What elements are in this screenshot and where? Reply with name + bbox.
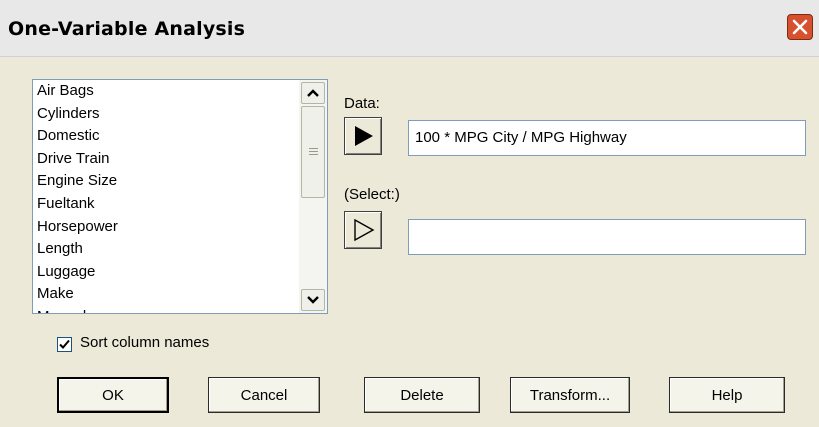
list-item[interactable]: Fueltank xyxy=(37,193,299,216)
thumb-grip xyxy=(309,154,318,155)
list-scrollbar[interactable] xyxy=(299,80,327,313)
close-button[interactable] xyxy=(787,14,813,40)
help-button[interactable]: Help xyxy=(669,377,785,413)
list-item[interactable]: Domestic xyxy=(37,125,299,148)
close-icon xyxy=(792,19,808,35)
column-names-list[interactable]: Air Bags Cylinders Domestic Drive Train Engi… xyxy=(32,79,328,314)
scroll-down-button[interactable] xyxy=(301,289,325,311)
checkmark-icon xyxy=(59,339,70,349)
data-label: Data: xyxy=(344,95,380,112)
list-item[interactable]: Drive Train xyxy=(37,148,299,171)
sort-column-names-checkbox[interactable] xyxy=(57,337,72,352)
play-arrow-icon xyxy=(355,126,373,146)
scroll-up-button[interactable] xyxy=(301,82,325,104)
dialog-body: Air Bags Cylinders Domestic Drive Train Engi… xyxy=(0,57,819,427)
list-item[interactable]: Horsepower xyxy=(37,216,299,239)
select-label: (Select:) xyxy=(344,186,400,203)
outline-arrow-icon xyxy=(354,219,375,241)
data-input[interactable]: 100 * MPG City / MPG Highway xyxy=(408,120,806,156)
list-item[interactable]: Luggage xyxy=(37,261,299,284)
scroll-thumb[interactable] xyxy=(301,106,325,198)
chevron-down-icon xyxy=(307,296,319,304)
data-arrow-button[interactable] xyxy=(344,117,382,155)
thumb-grip xyxy=(309,151,318,152)
list-item[interactable]: Engine Size xyxy=(37,170,299,193)
select-arrow-button[interactable] xyxy=(344,211,382,249)
list-item[interactable]: Length xyxy=(37,238,299,261)
transform-button[interactable]: Transform... xyxy=(510,377,630,413)
thumb-grip xyxy=(309,148,318,149)
cancel-button[interactable]: Cancel xyxy=(208,377,320,413)
list-item[interactable]: Cylinders xyxy=(37,103,299,126)
sort-column-names-label: Sort column names xyxy=(80,334,210,351)
list-item[interactable]: Manual xyxy=(37,306,299,313)
one-variable-analysis-dialog: One-Variable Analysis Air Bags Cylinders D… xyxy=(0,0,819,427)
select-input[interactable] xyxy=(408,219,806,255)
delete-button[interactable]: Delete xyxy=(364,377,480,413)
dialog-title: One-Variable Analysis xyxy=(8,18,246,40)
list-item[interactable]: Make xyxy=(37,283,299,306)
list-item[interactable]: Air Bags xyxy=(37,80,299,103)
chevron-up-icon xyxy=(307,89,319,97)
ok-button[interactable]: OK xyxy=(57,377,169,413)
title-bar: One-Variable Analysis xyxy=(0,0,819,57)
column-names-items: Air Bags Cylinders Domestic Drive Train Engi… xyxy=(37,80,299,313)
